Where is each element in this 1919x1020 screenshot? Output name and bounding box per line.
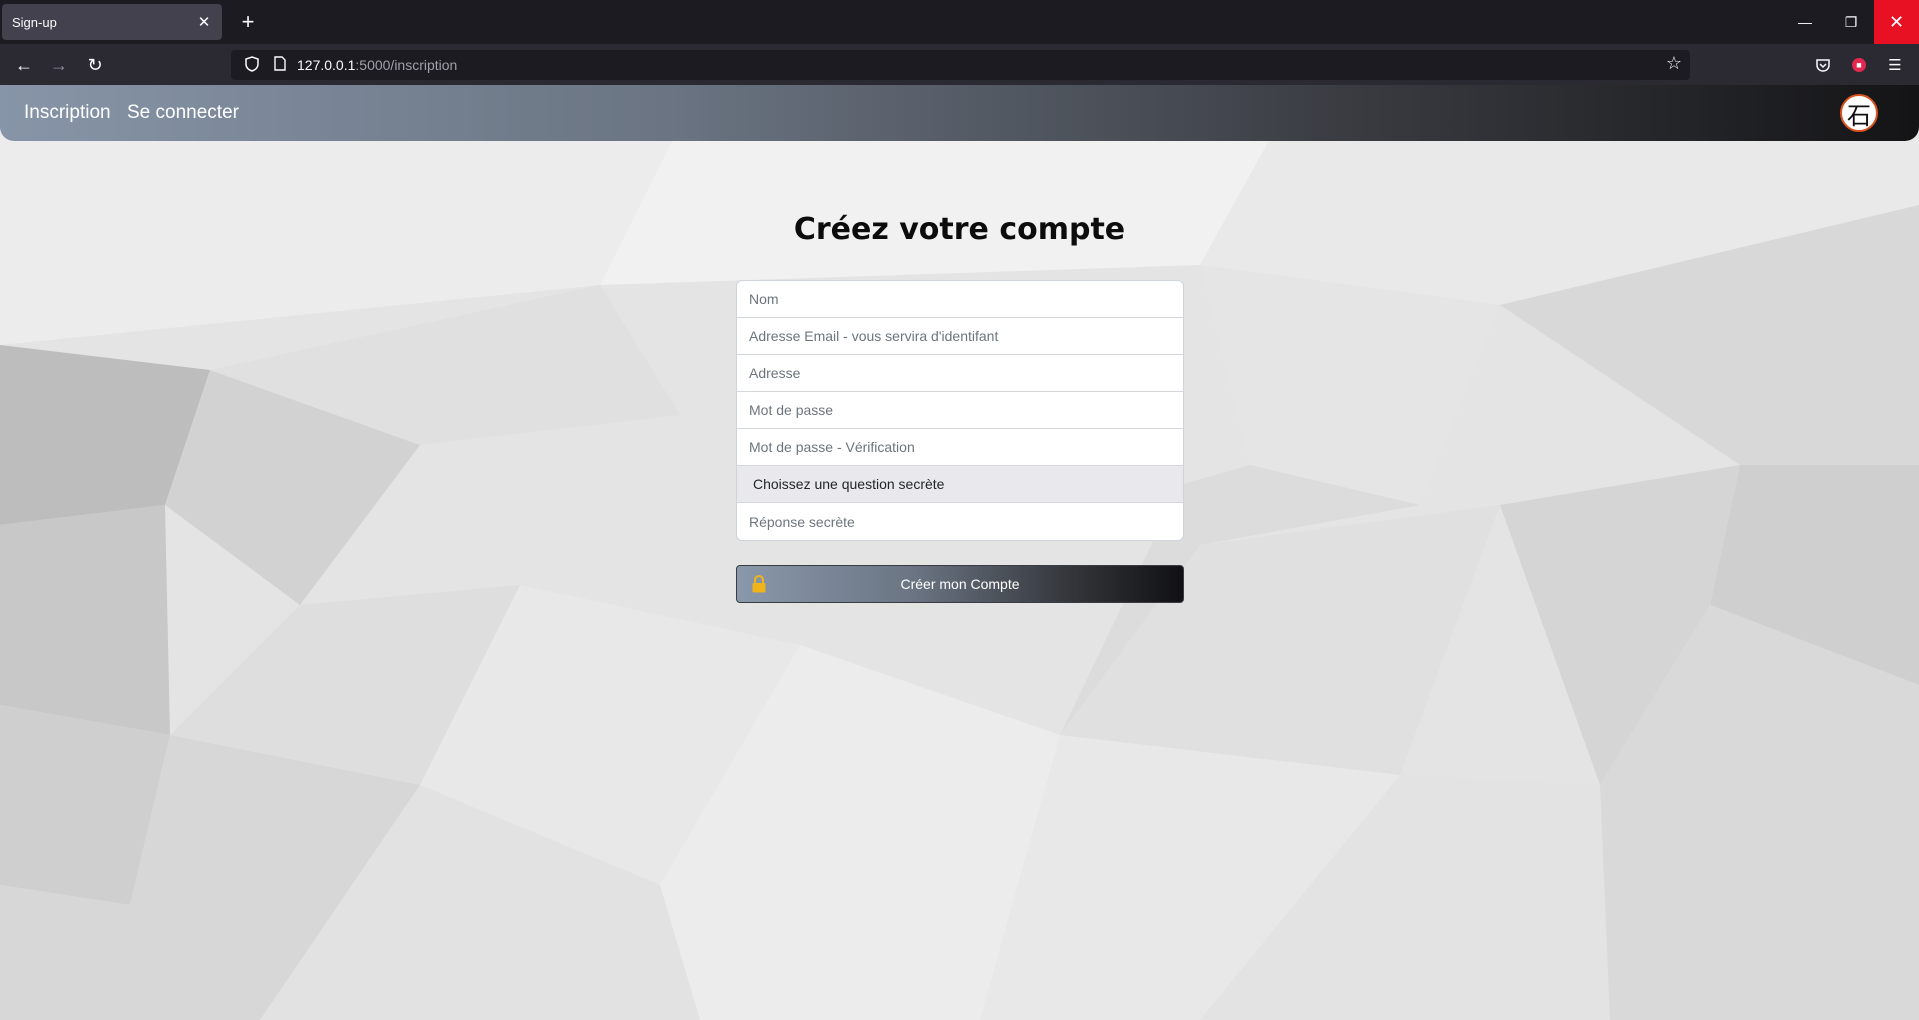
minimize-window-button[interactable]: — xyxy=(1782,0,1828,44)
restore-window-button[interactable]: ❐ xyxy=(1828,0,1874,44)
star-icon[interactable]: ☆ xyxy=(1666,53,1682,74)
nav-link-inscription[interactable]: Inscription xyxy=(24,85,111,141)
page-icon[interactable] xyxy=(269,56,291,74)
menu-icon[interactable]: ☰ xyxy=(1880,50,1910,80)
new-tab-button[interactable]: + xyxy=(234,8,262,36)
nav-link-login[interactable]: Se connecter xyxy=(127,85,239,141)
password-field[interactable] xyxy=(737,392,1183,429)
secret-question-value: Choissez une question secrète xyxy=(753,476,945,492)
address-bar[interactable]: 127.0.0.1:5000/inscription ☆ xyxy=(231,50,1690,80)
forward-button[interactable]: → xyxy=(44,50,74,80)
pocket-icon[interactable] xyxy=(1808,50,1838,80)
close-tab-icon[interactable]: ✕ xyxy=(196,13,212,31)
secret-answer-field[interactable] xyxy=(737,503,1183,540)
signup-form: Choissez une question secrète xyxy=(736,280,1184,541)
extension-icon[interactable]: ■ xyxy=(1844,50,1874,80)
secret-question-select[interactable]: Choissez une question secrète xyxy=(737,466,1183,503)
address-field[interactable] xyxy=(737,355,1183,392)
create-account-button[interactable]: Créer mon Compte xyxy=(736,565,1184,603)
browser-tab[interactable]: Sign-up ✕ xyxy=(2,4,222,40)
reload-button[interactable]: ↻ xyxy=(80,50,110,80)
site-logo[interactable]: 石 xyxy=(1840,94,1878,132)
logo-glyph: 石 xyxy=(1847,101,1871,130)
page-title: Créez votre compte xyxy=(793,212,1126,247)
email-field[interactable] xyxy=(737,318,1183,355)
name-field[interactable] xyxy=(737,281,1183,318)
shield-icon[interactable] xyxy=(241,55,263,75)
url-path: :5000/inscription xyxy=(355,57,458,73)
page-viewport: Inscription Se connecter 石 Créez votre c… xyxy=(0,85,1919,1020)
url-host: 127.0.0.1 xyxy=(297,57,356,73)
create-account-label: Créer mon Compte xyxy=(900,576,1020,592)
back-button[interactable]: ← xyxy=(9,50,39,80)
browser-toolbar: ← → ↻ 127.0.0.1:5000/inscription ☆ ■ ☰ xyxy=(0,44,1919,85)
site-navbar: Inscription Se connecter 石 xyxy=(0,85,1919,141)
tab-title: Sign-up xyxy=(12,14,57,30)
close-window-button[interactable]: ✕ xyxy=(1874,0,1919,44)
lock-icon xyxy=(751,574,767,593)
password-verify-field[interactable] xyxy=(737,429,1183,466)
browser-tab-strip: Sign-up ✕ + — ❐ ✕ xyxy=(0,0,1919,44)
